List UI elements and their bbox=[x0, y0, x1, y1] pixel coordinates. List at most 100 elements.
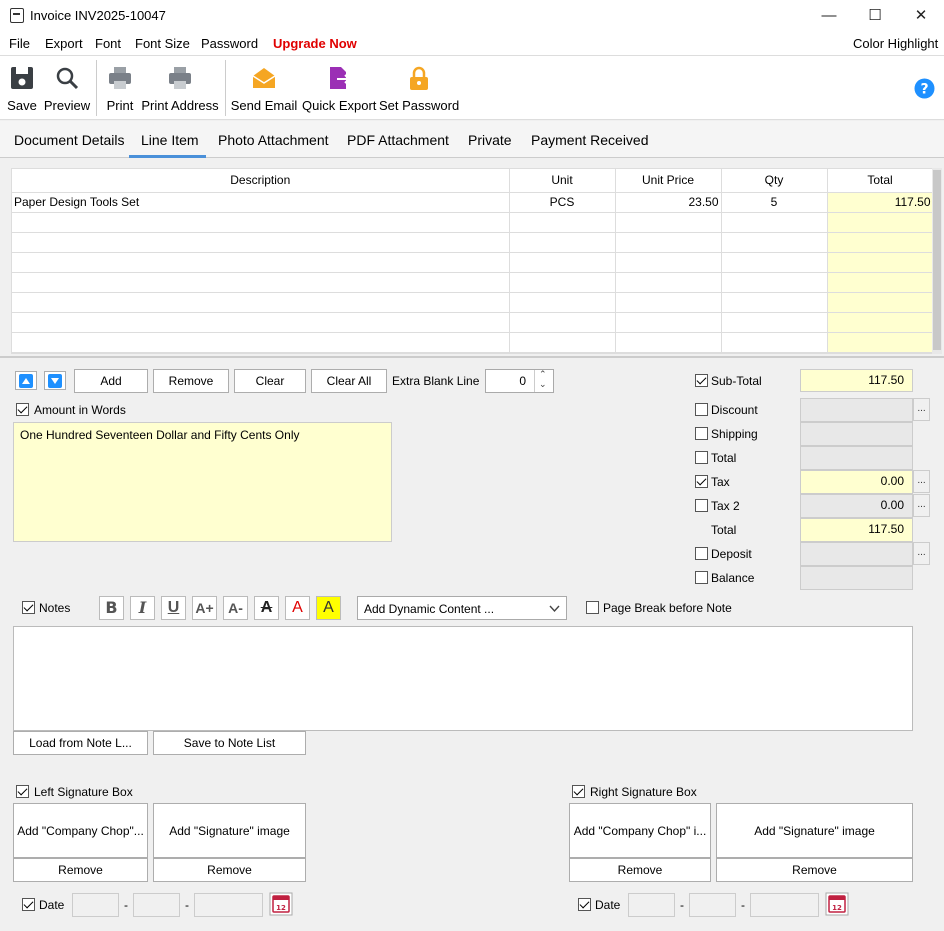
set-password-button[interactable]: Set Password bbox=[379, 56, 459, 120]
clear-button[interactable]: Clear bbox=[234, 369, 306, 393]
grid-cell[interactable] bbox=[509, 252, 616, 273]
grid-scrollbar[interactable] bbox=[932, 168, 942, 354]
grid-cell[interactable] bbox=[509, 292, 616, 313]
left-date-day-field[interactable] bbox=[72, 893, 119, 917]
grid-cell[interactable] bbox=[509, 272, 616, 293]
menu-file[interactable]: File bbox=[9, 36, 30, 51]
font-decrease-icon[interactable]: A- bbox=[223, 596, 248, 620]
table-row[interactable] bbox=[12, 332, 934, 353]
table-row[interactable] bbox=[12, 312, 934, 333]
calendar-icon[interactable]: 12 bbox=[825, 892, 849, 916]
tab-line-item[interactable]: Line Item bbox=[141, 132, 199, 148]
tab-document-details[interactable]: Document Details bbox=[14, 132, 125, 148]
deposit-checkbox[interactable] bbox=[695, 547, 708, 560]
right-date-day-field[interactable] bbox=[628, 893, 675, 917]
menu-upgrade-now[interactable]: Upgrade Now bbox=[273, 36, 357, 51]
subtotal-checkbox[interactable] bbox=[695, 374, 708, 387]
deposit-options-button[interactable]: ... bbox=[913, 542, 930, 565]
grid-cell[interactable] bbox=[615, 332, 722, 353]
dynamic-content-dropdown[interactable]: Add Dynamic Content ... bbox=[357, 596, 567, 620]
stepper-down-icon[interactable]: ⌄ bbox=[539, 379, 547, 390]
table-row[interactable] bbox=[12, 292, 934, 313]
menu-font-size[interactable]: Font Size bbox=[135, 36, 190, 51]
stepper-value[interactable]: 0 bbox=[486, 374, 526, 388]
left-signature-remove-button[interactable]: Remove bbox=[153, 858, 306, 882]
total-pre-tax-checkbox[interactable] bbox=[695, 451, 708, 464]
print-button[interactable]: Print bbox=[102, 56, 138, 120]
italic-icon[interactable]: I bbox=[130, 596, 155, 620]
amount-in-words-box[interactable]: One Hundred Seventeen Dollar and Fifty C… bbox=[13, 422, 392, 542]
help-icon[interactable]: ? bbox=[914, 78, 935, 99]
shipping-checkbox[interactable] bbox=[695, 427, 708, 440]
grid-cell[interactable] bbox=[509, 232, 616, 253]
left-signature-image-button[interactable]: Add "Signature" image bbox=[153, 803, 306, 858]
quick-export-button[interactable]: Quick Export bbox=[302, 56, 376, 120]
grid-cell[interactable] bbox=[12, 312, 510, 333]
grid-cell[interactable] bbox=[827, 312, 934, 333]
move-down-button[interactable] bbox=[44, 371, 66, 390]
page-break-checkbox[interactable] bbox=[586, 601, 599, 614]
grid-cell[interactable] bbox=[12, 332, 510, 353]
grid-cell[interactable] bbox=[509, 312, 616, 333]
maximize-button[interactable]: ☐ bbox=[852, 0, 898, 31]
header-unit[interactable]: Unit bbox=[509, 169, 616, 193]
strikethrough-icon[interactable]: A bbox=[254, 596, 279, 620]
header-description[interactable]: Description bbox=[12, 169, 510, 193]
left-date-year-field[interactable] bbox=[194, 893, 263, 917]
font-color-icon[interactable]: A bbox=[285, 596, 310, 620]
tab-private[interactable]: Private bbox=[468, 132, 512, 148]
send-email-button[interactable]: Send Email bbox=[230, 56, 298, 120]
tax-checkbox[interactable] bbox=[695, 475, 708, 488]
tab-photo-attachment[interactable]: Photo Attachment bbox=[218, 132, 329, 148]
right-signature-image-button[interactable]: Add "Signature" image bbox=[716, 803, 913, 858]
grid-cell[interactable] bbox=[509, 332, 616, 353]
tax2-checkbox[interactable] bbox=[695, 499, 708, 512]
grid-cell[interactable] bbox=[721, 272, 828, 293]
amount-in-words-checkbox[interactable] bbox=[16, 403, 29, 416]
header-qty[interactable]: Qty bbox=[721, 169, 828, 193]
cell-total[interactable]: 117.50 bbox=[827, 192, 934, 213]
grid-cell[interactable] bbox=[827, 232, 934, 253]
notes-editor[interactable] bbox=[13, 626, 913, 731]
tax-options-button[interactable]: ... bbox=[913, 470, 930, 493]
cell-qty[interactable]: 5 bbox=[721, 192, 828, 213]
right-chop-remove-button[interactable]: Remove bbox=[569, 858, 711, 882]
add-button[interactable]: Add bbox=[74, 369, 148, 393]
grid-cell[interactable] bbox=[12, 252, 510, 273]
grid-cell[interactable] bbox=[615, 252, 722, 273]
right-signature-checkbox[interactable] bbox=[572, 785, 585, 798]
left-signature-checkbox[interactable] bbox=[16, 785, 29, 798]
table-row[interactable] bbox=[12, 232, 934, 253]
save-to-note-list-button[interactable]: Save to Note List bbox=[153, 731, 306, 755]
left-chop-remove-button[interactable]: Remove bbox=[13, 858, 148, 882]
font-increase-icon[interactable]: A+ bbox=[192, 596, 217, 620]
discount-checkbox[interactable] bbox=[695, 403, 708, 416]
right-date-month-field[interactable] bbox=[689, 893, 736, 917]
grid-cell[interactable] bbox=[615, 212, 722, 233]
tax2-options-button[interactable]: ... bbox=[913, 494, 930, 517]
remove-row-button[interactable]: Remove bbox=[153, 369, 229, 393]
calendar-icon[interactable]: 12 bbox=[269, 892, 293, 916]
bold-icon[interactable]: B bbox=[99, 596, 124, 620]
cell-description[interactable]: Paper Design Tools Set bbox=[12, 192, 510, 213]
grid-cell[interactable] bbox=[12, 292, 510, 313]
grid-cell[interactable] bbox=[721, 252, 828, 273]
table-row[interactable] bbox=[12, 272, 934, 293]
balance-checkbox[interactable] bbox=[695, 571, 708, 584]
menu-color-highlight[interactable]: Color Highlight bbox=[853, 36, 938, 51]
scrollbar-thumb[interactable] bbox=[933, 170, 941, 350]
table-row[interactable] bbox=[12, 212, 934, 233]
preview-button[interactable]: Preview bbox=[43, 56, 91, 120]
grid-cell[interactable] bbox=[827, 272, 934, 293]
left-date-month-field[interactable] bbox=[133, 893, 180, 917]
move-up-button[interactable] bbox=[15, 371, 37, 390]
left-company-chop-button[interactable]: Add "Company Chop"... bbox=[13, 803, 148, 858]
discount-options-button[interactable]: ... bbox=[913, 398, 930, 421]
grid-cell[interactable] bbox=[12, 232, 510, 253]
grid-cell[interactable] bbox=[12, 212, 510, 233]
header-unit-price[interactable]: Unit Price bbox=[615, 169, 722, 193]
load-from-note-list-button[interactable]: Load from Note L... bbox=[13, 731, 148, 755]
cell-unit[interactable]: PCS bbox=[509, 192, 616, 213]
grid-cell[interactable] bbox=[615, 312, 722, 333]
table-row[interactable] bbox=[12, 252, 934, 273]
